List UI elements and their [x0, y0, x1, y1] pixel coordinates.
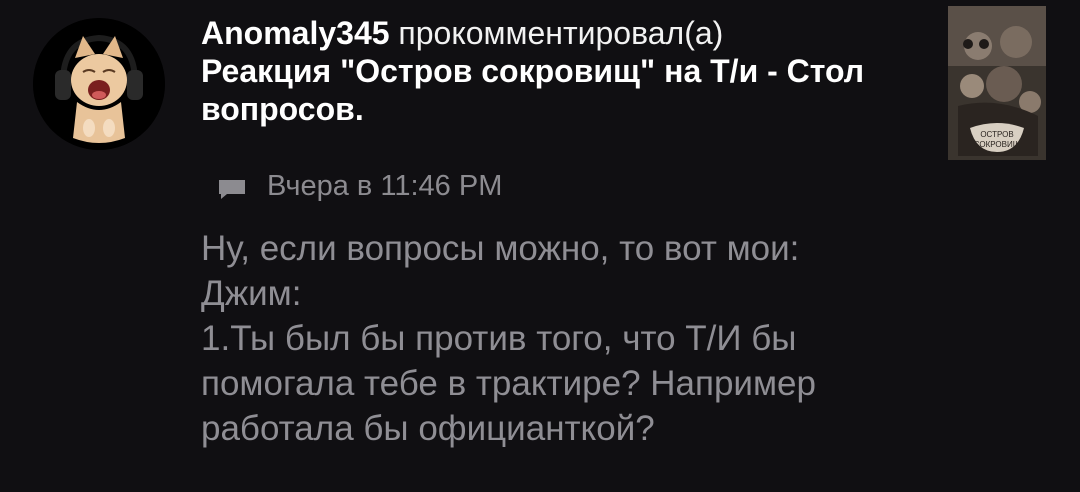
- comment-line: Джим:: [201, 274, 302, 313]
- post-title-link[interactable]: Реакция "Остров сокровищ" на Т/и - Стол …: [201, 52, 901, 128]
- comment-meta: Вчера в 11:46 PM: [217, 166, 502, 206]
- post-thumbnail[interactable]: ОСТРОВ СОКРОВИЩ: [948, 6, 1046, 160]
- username-link[interactable]: Anomaly345: [201, 15, 390, 51]
- comment-body[interactable]: Ну, если вопросы можно, то вот мои: Джим…: [201, 226, 1061, 451]
- user-avatar[interactable]: [33, 18, 165, 150]
- comment-line: Ну, если вопросы можно, то вот мои:: [201, 229, 800, 268]
- cat-with-headphones-icon: [33, 18, 165, 150]
- comment-icon: [217, 175, 247, 199]
- comment-line: работала бы официанткой?: [201, 409, 655, 448]
- comment-line: 1.Ты был бы против того, что Т/И бы: [201, 319, 797, 358]
- action-text: прокомментировал(а): [398, 15, 724, 51]
- comment-line: помогала тебе в трактире? Например: [201, 364, 816, 403]
- treasure-island-cover-image: ОСТРОВ СОКРОВИЩ: [948, 6, 1046, 160]
- cover-text-line-1: ОСТРОВ: [980, 130, 1013, 139]
- notification-header: Anomaly345 прокомментировал(а) Реакция "…: [201, 14, 901, 128]
- timestamp: Вчера в 11:46 PM: [267, 169, 503, 202]
- cover-text-line-2: СОКРОВИЩ: [974, 140, 1021, 149]
